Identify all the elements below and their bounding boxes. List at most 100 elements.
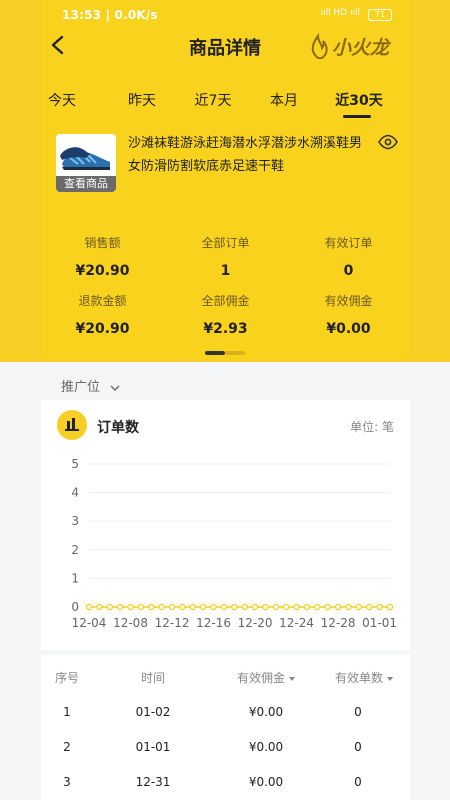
cell-orders: 0 <box>354 775 362 789</box>
filter-label: 推广位 <box>61 380 101 395</box>
column-header-date: 时间 <box>140 671 165 685</box>
chart-unit: 单位: 笔 <box>350 420 394 434</box>
cell-index: 1 <box>63 705 71 719</box>
stat-value: ¥2.93 <box>203 321 248 337</box>
x-tick-label: 12-04 <box>72 616 107 630</box>
signal-icon: ııll HD ııll <box>320 8 360 18</box>
eye-icon[interactable] <box>378 134 398 150</box>
data-point <box>365 603 373 611</box>
column-header-label: 有效单数 <box>334 671 383 685</box>
stat-value: ¥20.90 <box>75 321 130 337</box>
y-tick-label: 3 <box>71 514 79 528</box>
data-point <box>345 603 352 611</box>
cell-index: 2 <box>63 740 71 754</box>
data-point <box>376 603 383 611</box>
stat-valid-commission: 有效佣金 ¥0.00 <box>287 292 410 337</box>
data-point <box>96 603 103 611</box>
data-point <box>158 603 165 611</box>
tab-30-days[interactable]: 近30天 <box>330 90 388 110</box>
daily-table: 序号 时间 有效佣金 有效单数 1 01-02 ¥0.00 0 2 01-01 … <box>41 655 410 800</box>
data-point <box>210 603 217 611</box>
nav-bar: 商品详情 小火龙 <box>0 30 450 60</box>
x-tick-label: 12-08 <box>113 616 148 630</box>
product-name: 沙滩袜鞋游泳赶海潜水浮潜涉水溯溪鞋男女防滑防割软底赤足速干鞋 <box>128 136 363 174</box>
tab-7-days[interactable]: 近7天 <box>188 90 238 110</box>
cell-commission: ¥0.00 <box>248 740 284 754</box>
data-point <box>189 603 197 611</box>
tab-this-month[interactable]: 本月 <box>264 90 304 110</box>
brand-name: 小火龙 <box>332 37 390 59</box>
brand-logo: 小火龙 <box>308 32 394 60</box>
y-tick-label: 5 <box>71 457 79 471</box>
data-point <box>355 603 363 611</box>
data-point <box>127 603 134 611</box>
battery-icon: 71 <box>368 9 392 21</box>
x-tick-label: 12-28 <box>321 616 356 630</box>
stat-label: 退款金额 <box>78 294 127 308</box>
stat-valid-orders: 有效订单 0 <box>287 234 410 279</box>
data-point <box>116 603 124 611</box>
data-point <box>220 603 228 611</box>
column-header-valid-orders[interactable]: 有效单数 <box>329 669 399 686</box>
cell-date: 01-01 <box>135 740 171 754</box>
x-tick-label: 01-01 <box>362 616 397 630</box>
tab-indicator <box>343 115 371 118</box>
data-point <box>334 603 342 611</box>
column-header-label: 有效佣金 <box>236 671 285 685</box>
stats-grid: 销售额 ¥20.90 全部订单 1 有效订单 0 退款金额 ¥20.90 全部佣… <box>41 230 410 340</box>
x-tick-label: 12-16 <box>196 616 231 630</box>
view-product-label[interactable]: 查看商品 <box>56 176 116 192</box>
data-point <box>85 603 93 611</box>
data-point <box>386 603 394 611</box>
data-point <box>251 603 259 611</box>
data-point <box>168 603 176 611</box>
table-row: 1 01-02 ¥0.00 0 <box>41 705 410 729</box>
stat-all-commission: 全部佣金 ¥2.93 <box>164 292 287 337</box>
page-indicator-inactive <box>225 351 245 355</box>
cell-orders: 0 <box>354 705 362 719</box>
tab-today[interactable]: 今天 <box>42 90 82 110</box>
y-tick-label: 2 <box>71 543 79 557</box>
sort-caret-icon <box>289 676 295 681</box>
status-time: 13:53 | 0.0K/s <box>62 8 158 22</box>
data-point <box>106 603 114 611</box>
data-point <box>314 603 321 611</box>
product-thumbnail[interactable]: 查看商品 <box>56 134 116 192</box>
column-header-index: 序号 <box>54 671 79 685</box>
cell-date: 01-02 <box>135 705 171 719</box>
promotion-filter[interactable]: 推广位 <box>61 376 120 395</box>
stat-sales: 销售额 ¥20.90 <box>41 234 164 279</box>
y-tick-label: 1 <box>71 571 79 585</box>
status-bar: 13:53 | 0.0K/s ııll HD ııll 71 <box>0 0 450 32</box>
page-indicator-active <box>205 351 225 355</box>
stat-all-orders: 全部订单 1 <box>164 234 287 279</box>
stat-label: 有效订单 <box>324 236 373 250</box>
tab-yesterday[interactable]: 昨天 <box>122 90 162 110</box>
data-point <box>179 603 186 611</box>
data-point <box>272 603 280 611</box>
shoe-image <box>56 134 116 176</box>
chart-panel: 订单数 单位: 笔 0 1 2 3 4 5 12-04 12-08 12-12 12-16 12-2… <box>41 400 410 650</box>
y-tick-label: 0 <box>71 600 79 614</box>
data-point <box>199 603 207 611</box>
bar-chart-icon <box>65 418 79 431</box>
stat-label: 销售额 <box>84 236 121 250</box>
data-point <box>303 603 311 611</box>
product-info: 查看商品 沙滩袜鞋游泳赶海潜水浮潜涉水溯溪鞋男女防滑防割软底赤足速干鞋 <box>56 132 398 194</box>
table-header: 序号 时间 有效佣金 有效单数 <box>41 669 410 689</box>
stat-label: 有效佣金 <box>324 294 373 308</box>
data-point <box>293 603 300 611</box>
data-point <box>262 603 269 611</box>
x-tick-label: 12-24 <box>279 616 314 630</box>
stat-value: ¥20.90 <box>75 263 130 279</box>
table-row: 3 12-31 ¥0.00 0 <box>41 775 410 799</box>
cell-orders: 0 <box>354 740 362 754</box>
x-tick-label: 12-20 <box>238 616 273 630</box>
chart-icon <box>57 410 87 440</box>
stat-value: 1 <box>220 263 231 279</box>
sort-caret-icon <box>387 676 393 681</box>
column-header-valid-commission[interactable]: 有效佣金 <box>231 669 301 686</box>
stat-value: ¥0.00 <box>326 321 371 337</box>
stat-label: 全部订单 <box>201 236 250 250</box>
data-point <box>231 603 238 611</box>
